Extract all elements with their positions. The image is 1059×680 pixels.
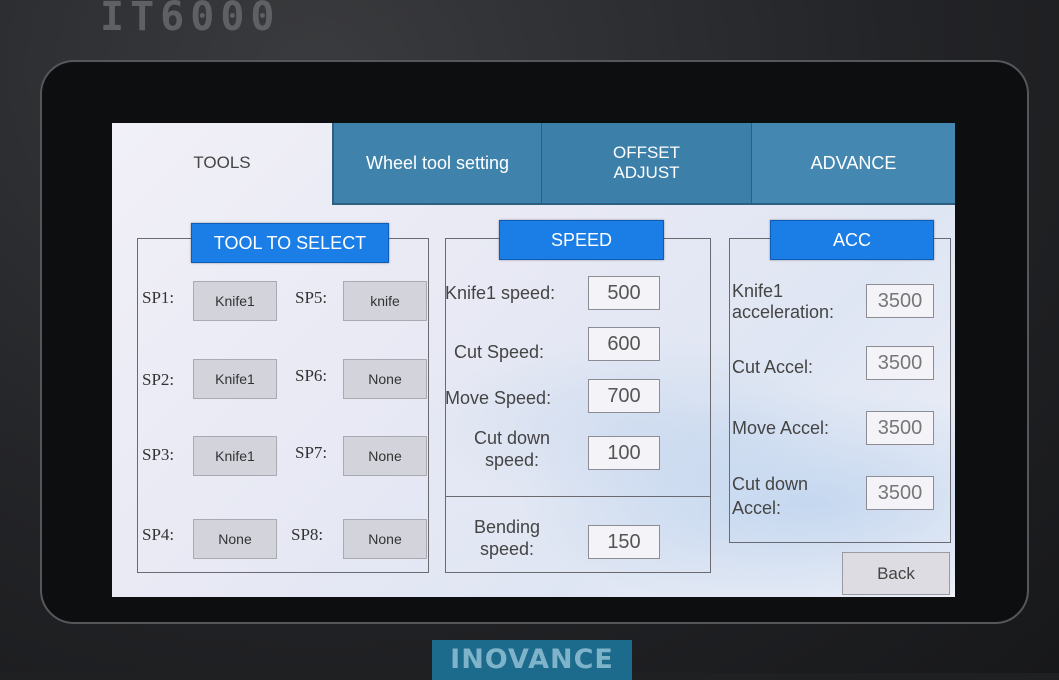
move-speed-input[interactable]: 700 [588,379,660,413]
sp8-tool-button[interactable]: None [343,519,427,559]
cut-down-speed-input[interactable]: 100 [588,436,660,470]
cut-accel-input[interactable]: 3500 [866,346,934,380]
cut-down-accel-label: Cut down Accel: [732,472,808,520]
bending-speed-input[interactable]: 150 [588,525,660,559]
cut-down-speed-label: Cut down speed: [462,427,562,471]
sp6-tool-button[interactable]: None [343,359,427,399]
sp7-tool-button[interactable]: None [343,436,427,476]
speed-group-divider [445,496,711,497]
knife1-acceleration-label-line2: acceleration: [732,302,835,322]
cut-speed-input[interactable]: 600 [588,327,660,361]
tool-select-title: TOOL TO SELECT [191,223,389,263]
tab-divider [332,203,955,205]
move-speed-label: Move Speed: [445,388,552,408]
knife1-acceleration-label-line1: Knife1 [732,281,784,301]
sp1-tool-button[interactable]: Knife1 [193,281,277,321]
cut-down-accel-input[interactable]: 3500 [866,476,934,510]
device-brand-logo: INOVANCE [432,640,632,680]
sp4-tool-button[interactable]: None [193,519,277,559]
device-bezel: IT6000 INOVANCE TOOLS Wheel tool setting… [0,0,1059,680]
sp8-label: SP8: [291,525,324,544]
cut-speed-label: Cut Speed: [454,342,545,362]
tab-offset-adjust-line2: ADJUST [613,163,680,182]
back-button[interactable]: Back [842,552,950,595]
sp4-label: SP4: [142,525,175,544]
cut-down-speed-label-line2: speed: [484,450,540,470]
cut-accel-label: Cut Accel: [732,357,814,377]
knife1-speed-label: Knife1 speed: [445,283,556,303]
tab-tools[interactable]: TOOLS [112,123,332,203]
move-accel-input[interactable]: 3500 [866,411,934,445]
sp3-tool-button[interactable]: Knife1 [193,436,277,476]
cut-down-speed-label-line1: Cut down [473,428,551,448]
tab-offset-adjust-line1: OFFSET [612,143,681,162]
sp1-label: SP1: [142,288,175,307]
bending-speed-label: Bending speed: [462,516,552,560]
knife1-acceleration-input[interactable]: 3500 [866,284,934,318]
sp3-label: SP3: [142,445,175,464]
acc-title: ACC [770,220,934,260]
sp6-label: SP6: [295,366,328,385]
move-accel-label: Move Accel: [732,418,830,438]
cut-down-accel-label-line2: Accel: [732,498,782,518]
sp5-label: SP5: [295,288,328,307]
sp2-tool-button[interactable]: Knife1 [193,359,277,399]
bending-speed-label-line1: Bending [473,517,541,537]
device-model-label: IT6000 [100,0,281,40]
cut-down-accel-label-line1: Cut down [732,474,809,494]
tab-offset-adjust[interactable]: OFFSET ADJUST [542,123,752,203]
sp5-tool-button[interactable]: knife [343,281,427,321]
hmi-screen: TOOLS Wheel tool setting OFFSET ADJUST A… [112,123,955,597]
knife1-speed-input[interactable]: 500 [588,276,660,310]
knife1-acceleration-label: Knife1 acceleration: [732,281,834,323]
speed-title: SPEED [499,220,664,260]
tab-advance[interactable]: ADVANCE [752,123,955,203]
tab-wheel-tool-setting[interactable]: Wheel tool setting [332,123,542,203]
sp2-label: SP2: [142,370,175,389]
sp7-label: SP7: [295,443,328,462]
bending-speed-label-line2: speed: [479,539,535,559]
